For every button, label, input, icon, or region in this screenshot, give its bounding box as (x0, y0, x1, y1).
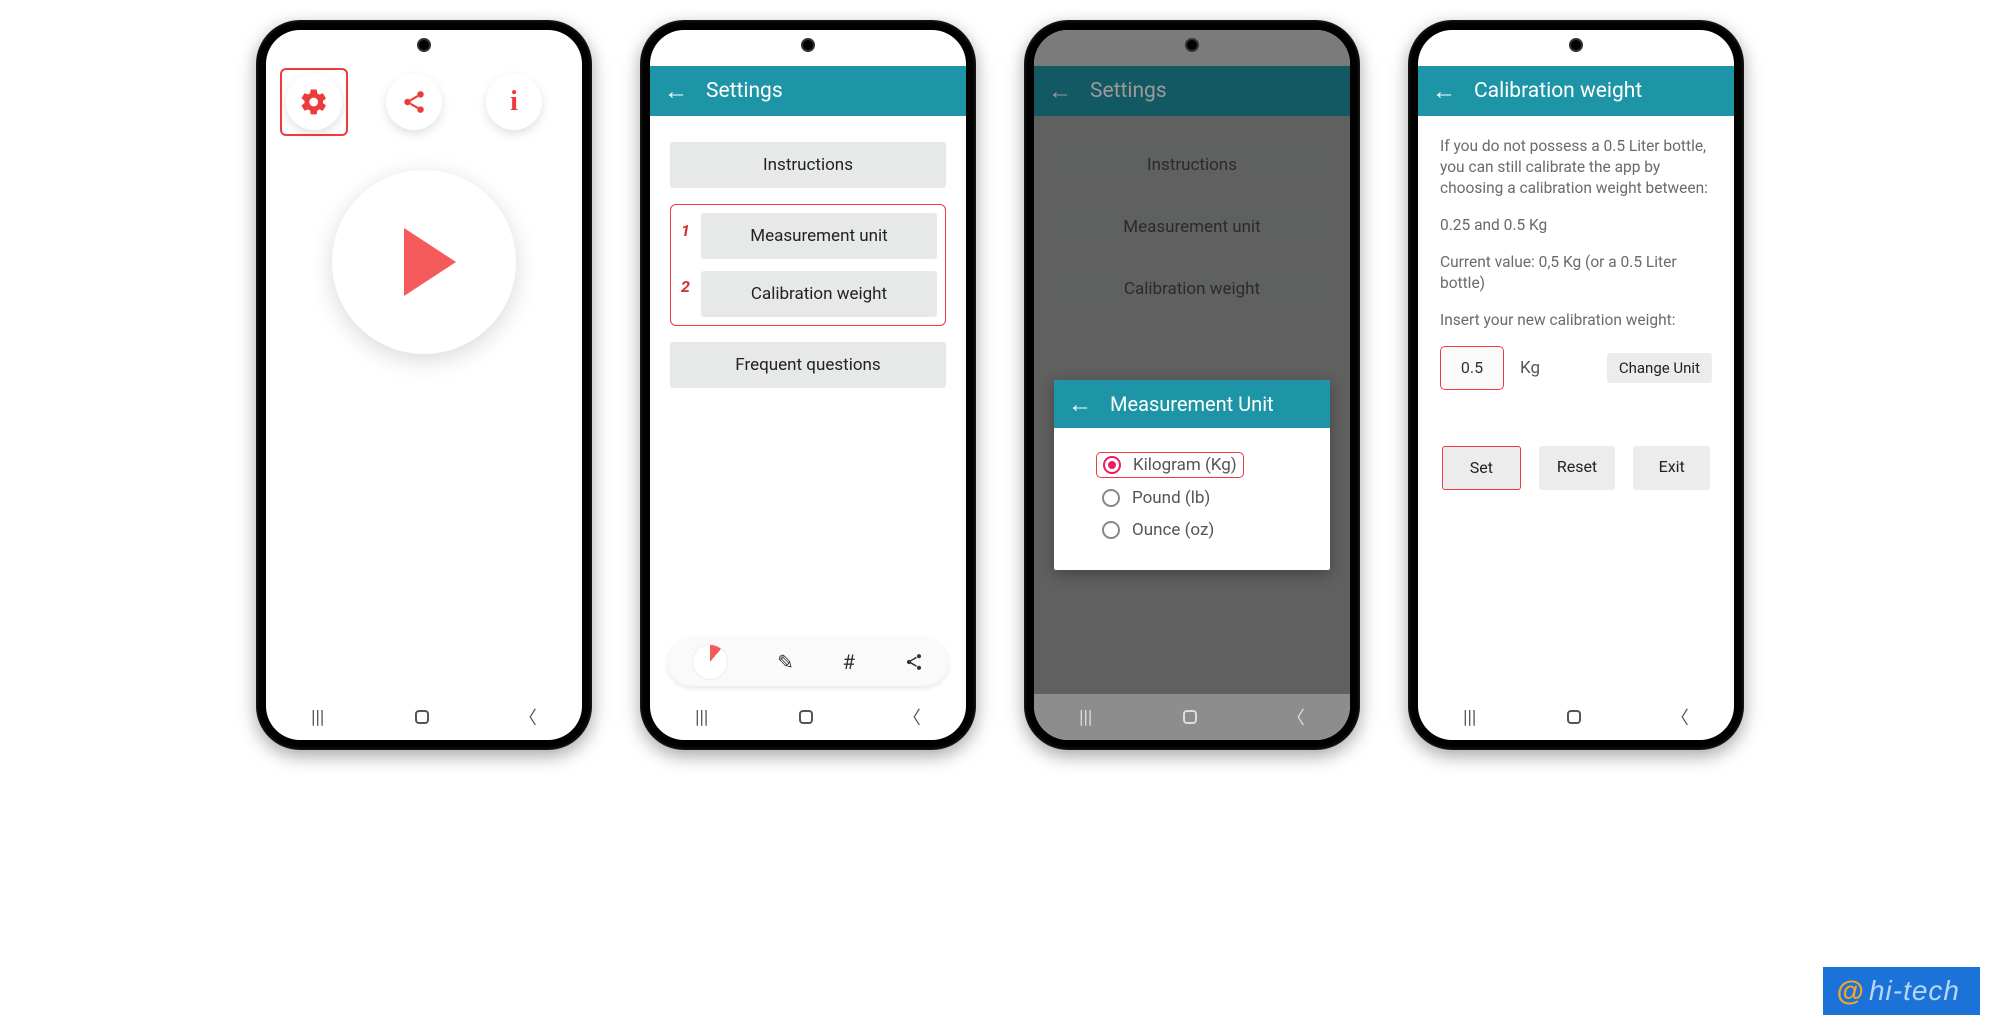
front-camera (1185, 38, 1199, 52)
radio-selected-icon (1103, 456, 1121, 474)
app-bar: ← Settings (650, 66, 966, 116)
home-icon[interactable] (1183, 710, 1197, 724)
phone-1: i ||| 〈 (256, 20, 592, 750)
at-icon: @ (1837, 975, 1865, 1006)
faq-button[interactable]: Frequent questions (670, 342, 946, 388)
radio-unselected-icon (1102, 521, 1120, 539)
front-camera (1569, 38, 1583, 52)
phone-3: ← Settings Instructions Measurement unit… (1024, 20, 1360, 750)
recents-icon[interactable]: ||| (695, 707, 708, 728)
info-icon: i (510, 86, 518, 118)
change-unit-button[interactable]: Change Unit (1607, 353, 1712, 383)
calibration-weight-button[interactable]: Calibration weight (701, 271, 937, 317)
radio-lb-label: Pound (lb) (1132, 488, 1210, 508)
back-icon[interactable]: 〈 (1671, 704, 1689, 730)
bottom-toolbar: ✎ # (668, 638, 948, 686)
progress-icon[interactable] (692, 644, 728, 680)
home-icon[interactable] (415, 710, 429, 724)
home-icon[interactable] (799, 710, 813, 724)
front-camera (801, 38, 815, 52)
phone-2: ← Settings Instructions 1 Measurement un… (640, 20, 976, 750)
radio-lb[interactable]: Pound (lb) (1102, 482, 1306, 514)
share-button[interactable] (386, 74, 442, 130)
phone-4: ← Calibration weight If you do not posse… (1408, 20, 1744, 750)
watermark-text: hi-tech (1869, 975, 1960, 1006)
dialog-header: ← Measurement Unit (1054, 380, 1330, 428)
reset-button[interactable]: Reset (1539, 446, 1616, 490)
android-navbar: ||| 〈 (1034, 694, 1350, 740)
back-icon[interactable]: 〈 (519, 704, 537, 730)
hash-icon[interactable]: # (843, 650, 855, 674)
back-icon[interactable]: 〈 (903, 704, 921, 730)
recents-icon[interactable]: ||| (1079, 707, 1092, 728)
radio-unselected-icon (1102, 489, 1120, 507)
app-bar-title: Calibration weight (1474, 79, 1642, 103)
back-icon[interactable]: 〈 (1287, 704, 1305, 730)
unit-label: Kg (1520, 357, 1540, 380)
cal-intro-text: If you do not possess a 0.5 Liter bottle… (1440, 136, 1712, 199)
set-button[interactable]: Set (1442, 446, 1521, 490)
share-icon (401, 89, 427, 115)
app-bar: ← Calibration weight (1418, 66, 1734, 116)
measurement-unit-button[interactable]: Measurement unit (701, 213, 937, 259)
app-bar: ← Settings (1034, 66, 1350, 116)
back-arrow-icon[interactable]: ← (1432, 77, 1456, 106)
radio-kg[interactable]: Kilogram (Kg) (1102, 448, 1306, 482)
highlight-gear (280, 68, 348, 136)
back-arrow-icon[interactable]: ← (664, 77, 688, 106)
instructions-button[interactable]: Instructions (670, 142, 946, 188)
back-arrow-icon: ← (1048, 77, 1072, 106)
watermark: @hi-tech (1823, 967, 1980, 1015)
recents-icon[interactable]: ||| (1463, 707, 1476, 728)
play-button[interactable] (332, 170, 516, 354)
badge-1: 1 (681, 221, 690, 240)
app-bar-title: Settings (706, 79, 783, 103)
share-small-icon[interactable] (904, 652, 924, 672)
calibration-weight-input[interactable]: 0.5 (1440, 346, 1504, 390)
cal-insert-text: Insert your new calibration weight: (1440, 310, 1712, 331)
front-camera (417, 38, 431, 52)
dialog-back-icon[interactable]: ← (1068, 390, 1092, 419)
badge-2: 2 (681, 277, 690, 296)
android-navbar: ||| 〈 (1418, 694, 1734, 740)
recents-icon[interactable]: ||| (311, 707, 324, 728)
highlight-group: 1 Measurement unit 2 Calibration weight (670, 204, 946, 326)
home-icon[interactable] (1567, 710, 1581, 724)
radio-oz[interactable]: Ounce (oz) (1102, 514, 1306, 546)
cal-range-text: 0.25 and 0.5 Kg (1440, 215, 1712, 236)
exit-button[interactable]: Exit (1633, 446, 1710, 490)
app-bar-title: Settings (1090, 79, 1167, 103)
android-navbar: ||| 〈 (266, 694, 582, 740)
edit-icon[interactable]: ✎ (777, 650, 794, 674)
android-navbar: ||| 〈 (650, 694, 966, 740)
dialog-title: Measurement Unit (1110, 392, 1274, 416)
cal-current-text: Current value: 0,5 Kg (or a 0.5 Liter bo… (1440, 252, 1712, 294)
play-icon (404, 228, 456, 296)
measurement-unit-dialog: ← Measurement Unit Kilogram (Kg) Pound (… (1054, 380, 1330, 570)
info-button[interactable]: i (486, 74, 542, 130)
radio-kg-label: Kilogram (Kg) (1133, 455, 1237, 475)
radio-oz-label: Ounce (oz) (1132, 520, 1214, 540)
